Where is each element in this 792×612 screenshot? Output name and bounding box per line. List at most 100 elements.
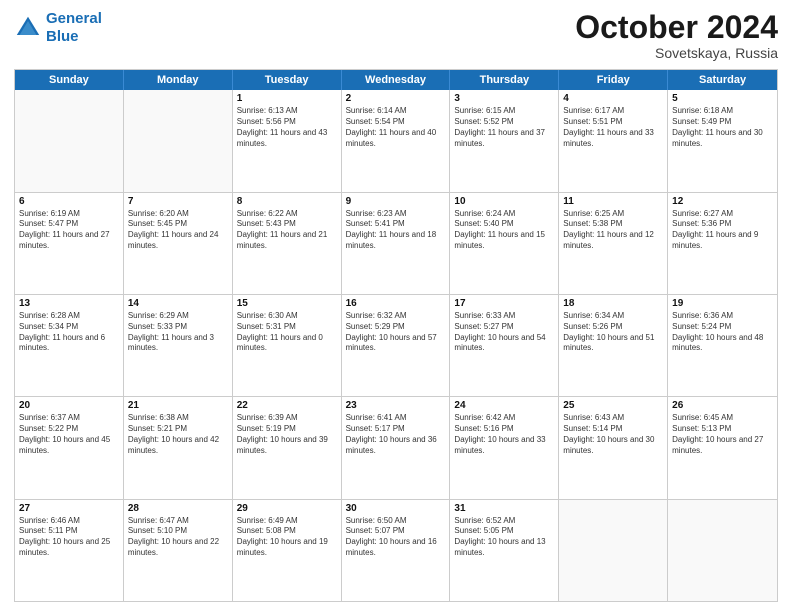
calendar-cell: [559, 500, 668, 601]
sunset-text: Sunset: 5:43 PM: [237, 219, 337, 230]
calendar-cell: 2Sunrise: 6:14 AMSunset: 5:54 PMDaylight…: [342, 90, 451, 191]
sunset-text: Sunset: 5:34 PM: [19, 322, 119, 333]
sunset-text: Sunset: 5:36 PM: [672, 219, 773, 230]
daylight-text: Daylight: 11 hours and 40 minutes.: [346, 128, 446, 150]
sunrise-text: Sunrise: 6:19 AM: [19, 209, 119, 220]
sunrise-text: Sunrise: 6:15 AM: [454, 106, 554, 117]
daylight-text: Daylight: 10 hours and 54 minutes.: [454, 333, 554, 355]
calendar-cell: 20Sunrise: 6:37 AMSunset: 5:22 PMDayligh…: [15, 397, 124, 498]
calendar: SundayMondayTuesdayWednesdayThursdayFrid…: [14, 69, 778, 602]
calendar-cell: 15Sunrise: 6:30 AMSunset: 5:31 PMDayligh…: [233, 295, 342, 396]
sunset-text: Sunset: 5:41 PM: [346, 219, 446, 230]
daylight-text: Daylight: 10 hours and 36 minutes.: [346, 435, 446, 457]
sunrise-text: Sunrise: 6:33 AM: [454, 311, 554, 322]
calendar-cell: 28 Sunrise: 6:47 AMSunset: 5:10 PMDayligh…: [124, 500, 233, 601]
sunset-text: Sunset: 5:54 PM: [346, 117, 446, 128]
daylight-text: Daylight: 10 hours and 25 minutes.: [19, 537, 119, 559]
sunset-text: Sunset: 5:10 PM: [128, 526, 228, 537]
day-number: 3: [454, 93, 554, 104]
day-number: 1: [237, 93, 337, 104]
sunrise-text: Sunrise: 6:47 AM: [128, 516, 228, 527]
sunset-text: Sunset: 5:19 PM: [237, 424, 337, 435]
daylight-text: Daylight: 11 hours and 6 minutes.: [19, 333, 119, 355]
calendar-cell: 10Sunrise: 6:24 AMSunset: 5:40 PMDayligh…: [450, 193, 559, 294]
calendar-cell: 19Sunrise: 6:36 AMSunset: 5:24 PMDayligh…: [668, 295, 777, 396]
sunset-text: Sunset: 5:33 PM: [128, 322, 228, 333]
sunset-text: Sunset: 5:24 PM: [672, 322, 773, 333]
sunset-text: Sunset: 5:17 PM: [346, 424, 446, 435]
daylight-text: Daylight: 10 hours and 57 minutes.: [346, 333, 446, 355]
sunrise-text: Sunrise: 6:24 AM: [454, 209, 554, 220]
calendar-cell: 24Sunrise: 6:42 AMSunset: 5:16 PMDayligh…: [450, 397, 559, 498]
weekday-header-friday: Friday: [559, 70, 668, 90]
daylight-text: Daylight: 11 hours and 21 minutes.: [237, 230, 337, 252]
sunrise-text: Sunrise: 6:36 AM: [672, 311, 773, 322]
daylight-text: Daylight: 10 hours and 39 minutes.: [237, 435, 337, 457]
weekday-header-tuesday: Tuesday: [233, 70, 342, 90]
calendar-cell: 4Sunrise: 6:17 AMSunset: 5:51 PMDaylight…: [559, 90, 668, 191]
day-number: 12: [672, 196, 773, 207]
daylight-text: Daylight: 11 hours and 24 minutes.: [128, 230, 228, 252]
daylight-text: Daylight: 11 hours and 37 minutes.: [454, 128, 554, 150]
sunset-text: Sunset: 5:26 PM: [563, 322, 663, 333]
daylight-text: Daylight: 11 hours and 3 minutes.: [128, 333, 228, 355]
calendar-cell: 1Sunrise: 6:13 AMSunset: 5:56 PMDaylight…: [233, 90, 342, 191]
day-number: 28: [128, 503, 228, 514]
calendar-row-3: 13Sunrise: 6:28 AMSunset: 5:34 PMDayligh…: [15, 295, 777, 397]
day-number: 24: [454, 400, 554, 411]
weekday-header-wednesday: Wednesday: [342, 70, 451, 90]
day-number: 15: [237, 298, 337, 309]
daylight-text: Daylight: 11 hours and 43 minutes.: [237, 128, 337, 150]
calendar-row-2: 6Sunrise: 6:19 AMSunset: 5:47 PMDaylight…: [15, 193, 777, 295]
calendar-cell: 3Sunrise: 6:15 AMSunset: 5:52 PMDaylight…: [450, 90, 559, 191]
day-number: 6: [19, 196, 119, 207]
calendar-cell: 9Sunrise: 6:23 AMSunset: 5:41 PMDaylight…: [342, 193, 451, 294]
sunrise-text: Sunrise: 6:23 AM: [346, 209, 446, 220]
daylight-text: Daylight: 10 hours and 30 minutes.: [563, 435, 663, 457]
calendar-cell: [668, 500, 777, 601]
daylight-text: Daylight: 11 hours and 0 minutes.: [237, 333, 337, 355]
sunrise-text: Sunrise: 6:22 AM: [237, 209, 337, 220]
daylight-text: Daylight: 11 hours and 12 minutes.: [563, 230, 663, 252]
calendar-cell: 25Sunrise: 6:43 AMSunset: 5:14 PMDayligh…: [559, 397, 668, 498]
calendar-cell: 14Sunrise: 6:29 AMSunset: 5:33 PMDayligh…: [124, 295, 233, 396]
sunrise-text: Sunrise: 6:29 AM: [128, 311, 228, 322]
weekday-header-thursday: Thursday: [450, 70, 559, 90]
calendar-cell: 11Sunrise: 6:25 AMSunset: 5:38 PMDayligh…: [559, 193, 668, 294]
calendar-cell: 18Sunrise: 6:34 AMSunset: 5:26 PMDayligh…: [559, 295, 668, 396]
sunset-text: Sunset: 5:21 PM: [128, 424, 228, 435]
day-number: 11: [563, 196, 663, 207]
sunrise-text: Sunrise: 6:14 AM: [346, 106, 446, 117]
calendar-cell: 27Sunrise: 6:46 AMSunset: 5:11 PMDayligh…: [15, 500, 124, 601]
calendar-cell: 30Sunrise: 6:50 AMSunset: 5:07 PMDayligh…: [342, 500, 451, 601]
sunset-text: Sunset: 5:22 PM: [19, 424, 119, 435]
sunset-text: Sunset: 5:40 PM: [454, 219, 554, 230]
sunrise-text: Sunrise: 6:46 AM: [19, 516, 119, 527]
calendar-cell: 22Sunrise: 6:39 AMSunset: 5:19 PMDayligh…: [233, 397, 342, 498]
daylight-text: Daylight: 10 hours and 22 minutes.: [128, 537, 228, 559]
day-number: 7: [128, 196, 228, 207]
sunrise-text: Sunrise: 6:28 AM: [19, 311, 119, 322]
calendar-cell: 16Sunrise: 6:32 AMSunset: 5:29 PMDayligh…: [342, 295, 451, 396]
daylight-text: Daylight: 10 hours and 16 minutes.: [346, 537, 446, 559]
day-number: 10: [454, 196, 554, 207]
sunset-text: Sunset: 5:47 PM: [19, 219, 119, 230]
sunset-text: Sunset: 5:49 PM: [672, 117, 773, 128]
sunset-text: Sunset: 5:13 PM: [672, 424, 773, 435]
sunrise-text: Sunrise: 6:37 AM: [19, 413, 119, 424]
sunrise-text: Sunrise: 6:43 AM: [563, 413, 663, 424]
daylight-text: Daylight: 10 hours and 48 minutes.: [672, 333, 773, 355]
calendar-header: SundayMondayTuesdayWednesdayThursdayFrid…: [15, 70, 777, 90]
logo-general: General: [46, 10, 102, 27]
sunrise-text: Sunrise: 6:49 AM: [237, 516, 337, 527]
calendar-cell: 6 Sunrise: 6:19 AMSunset: 5:47 PMDaylight…: [15, 193, 124, 294]
daylight-text: Daylight: 11 hours and 33 minutes.: [563, 128, 663, 150]
sunrise-text: Sunrise: 6:27 AM: [672, 209, 773, 220]
day-number: 31: [454, 503, 554, 514]
sunset-text: Sunset: 5:38 PM: [563, 219, 663, 230]
sunrise-text: Sunrise: 6:52 AM: [454, 516, 554, 527]
calendar-cell: 31Sunrise: 6:52 AMSunset: 5:05 PMDayligh…: [450, 500, 559, 601]
day-number: 27: [19, 503, 119, 514]
sunrise-text: Sunrise: 6:32 AM: [346, 311, 446, 322]
daylight-text: Daylight: 11 hours and 27 minutes.: [19, 230, 119, 252]
